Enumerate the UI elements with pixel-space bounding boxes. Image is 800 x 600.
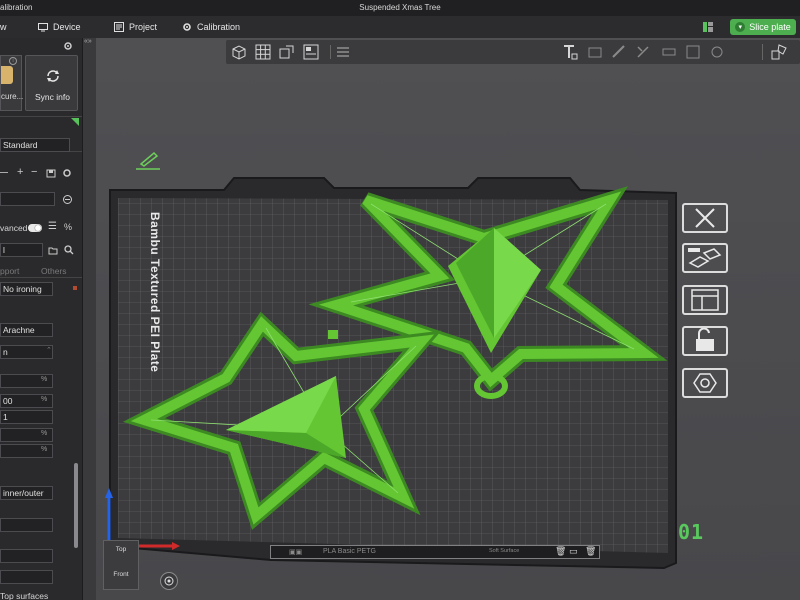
orbit-center-button[interactable] — [160, 572, 178, 590]
corner-marker-icon — [71, 118, 79, 126]
auto-arrange-icon — [688, 248, 722, 268]
add-icon[interactable]: + — [17, 166, 23, 178]
percent-unit-2: % — [41, 396, 48, 403]
menu-item-project-label: Project — [129, 22, 158, 32]
sync-icon — [47, 70, 59, 82]
tab-support[interactable]: pport — [0, 266, 19, 276]
modified-marker-icon — [73, 286, 77, 290]
advanced-row: vanced ☰ % — [0, 221, 82, 236]
slice-plate-label: Slice plate — [749, 22, 791, 32]
menu-item-fragment-label: w — [0, 22, 7, 32]
setting-value-4[interactable]: 1 — [0, 410, 53, 424]
title-bar: alibration Suspended Xmas Tree — [0, 0, 800, 16]
list-view-icon[interactable]: ☰ — [48, 221, 57, 232]
menu-item-calibration[interactable]: Calibration — [182, 20, 240, 34]
edit-plate-name-icon[interactable] — [136, 151, 160, 170]
percent-unit: % — [41, 376, 48, 383]
separator-line — [0, 172, 8, 173]
build-plate-scene[interactable] — [96, 38, 800, 600]
ironing-type-select[interactable]: No ironing — [0, 282, 53, 296]
percent-view-icon[interactable]: % — [64, 222, 72, 232]
process-toolbar: + − — [0, 166, 82, 179]
setting-value-9[interactable] — [0, 570, 53, 584]
percent-unit-4: % — [41, 446, 48, 453]
panel-divider[interactable]: «» — [82, 38, 96, 600]
percent-unit-3: % — [41, 430, 48, 437]
strip-plate-icon: ▣▣ — [289, 549, 303, 556]
search-input[interactable]: l — [0, 243, 43, 257]
target-icon — [164, 576, 174, 586]
layout-icon — [691, 289, 719, 311]
search-icon[interactable] — [64, 245, 74, 255]
strip-filament-label: PLA Basic PETG — [323, 548, 376, 555]
remove-icon[interactable]: − — [31, 166, 37, 178]
plate-type-select[interactable]: Standard — [0, 138, 70, 152]
delete-plate-button[interactable] — [682, 203, 728, 233]
project-icon — [114, 22, 124, 32]
gear-icon[interactable] — [63, 41, 73, 51]
menu-item-device[interactable]: Device — [38, 20, 81, 34]
compare-icon[interactable] — [63, 195, 72, 204]
strip-trash-icon[interactable]: 🗑 — [585, 546, 596, 557]
collapse-panel-icon[interactable]: «» — [84, 38, 92, 45]
plate-grid-icon[interactable] — [702, 21, 714, 33]
menu-bar: w Device Project Calibration ▾ Slice pla… — [0, 16, 800, 38]
close-icon — [695, 208, 715, 228]
sync-info-button[interactable]: Sync info — [25, 55, 78, 111]
view-cube-top[interactable]: Top — [104, 546, 138, 553]
lock-plate-button[interactable] — [682, 326, 728, 356]
plate-visibility-button[interactable] — [682, 368, 728, 398]
window-title: Suspended Xmas Tree — [359, 3, 441, 12]
strip-delete-icon[interactable]: 🗑 — [555, 546, 566, 557]
strip-frame-icon[interactable]: ▭ — [569, 546, 578, 557]
view-cube[interactable]: Top Front — [103, 540, 139, 590]
save-icon[interactable] — [46, 168, 56, 178]
plate-settings-button[interactable] — [682, 285, 728, 315]
strip-surface-label: Soft Surface — [489, 548, 520, 554]
plate-number: 01 — [678, 520, 705, 544]
wall-generator-select[interactable]: Arachne — [0, 323, 53, 337]
menu-item-calibration-label: Calibration — [197, 22, 241, 32]
left-settings-panel: i cure... Sync info Standard + − vanced … — [0, 38, 82, 600]
process-preset-select[interactable] — [0, 192, 55, 206]
app-window: alibration Suspended Xmas Tree w Device … — [0, 0, 800, 600]
menu-item-project[interactable]: Project — [114, 20, 157, 34]
calibration-icon — [183, 23, 191, 31]
sync-info-label: Sync info — [35, 92, 70, 102]
plate-filament-strip: ▣▣ PLA Basic PETG Soft Surface 🗑 ▭ 🗑 — [270, 545, 600, 559]
setting-value-7[interactable] — [0, 518, 53, 532]
settings-scrollbar[interactable] — [74, 463, 78, 548]
top-surfaces-label: Top surfaces — [0, 591, 49, 600]
dropdown-arrow-icon[interactable]: ⌃ — [46, 346, 52, 354]
filament-card[interactable]: i cure... — [0, 55, 24, 111]
unlock-icon — [696, 327, 714, 351]
hexagon-icon — [693, 373, 717, 393]
slice-plate-button[interactable]: ▾ Slice plate — [730, 19, 796, 35]
folder-icon[interactable] — [48, 245, 58, 255]
filament-label: cure... — [1, 92, 24, 101]
advanced-toggle[interactable] — [28, 224, 42, 232]
wall-sequence-select[interactable]: inner/outer — [0, 486, 53, 500]
menu-item-device-label: Device — [53, 22, 81, 32]
tab-others[interactable]: Others — [41, 266, 67, 276]
filament-spool-icon — [1, 66, 13, 84]
setting-value-8[interactable] — [0, 549, 53, 563]
device-icon — [38, 23, 48, 32]
advanced-label: vanced — [0, 223, 28, 233]
info-icon[interactable]: i — [9, 57, 17, 65]
settings-tabs: pport Others — [0, 262, 82, 278]
plate-type-section: Standard — [0, 116, 82, 152]
view-cube-front[interactable]: Front — [104, 571, 138, 578]
menu-item-fragment[interactable]: w — [0, 20, 7, 34]
plate-type-label: Bambu Textured PEI Plate — [148, 212, 162, 373]
auto-arrange-plate-button[interactable] — [682, 243, 728, 273]
settings-gear-icon[interactable] — [62, 168, 72, 178]
chevron-down-icon[interactable]: ▾ — [735, 22, 746, 32]
